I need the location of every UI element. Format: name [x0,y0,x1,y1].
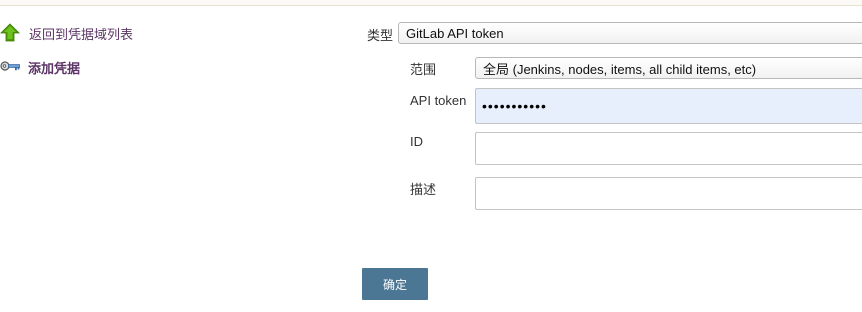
id-label: ID [410,134,423,149]
add-credentials-link[interactable]: 添加凭据 [0,56,80,79]
id-input[interactable] [475,132,862,165]
back-to-domains-link[interactable]: 返回到凭据域列表 [0,22,133,45]
arrow-up-icon [0,22,20,45]
key-icon [0,56,20,79]
kind-select[interactable]: GitLab API token [398,22,862,44]
back-to-domains-label: 返回到凭据域列表 [29,27,134,42]
api-token-input[interactable] [475,88,862,124]
description-label: 描述 [410,182,437,197]
api-token-label: API token [410,93,467,108]
description-input[interactable] [475,177,862,210]
top-divider [0,0,862,6]
ok-button[interactable]: 确定 [362,268,428,300]
scope-select[interactable]: 全局 (Jenkins, nodes, items, all child ite… [475,57,862,79]
scope-label: 范围 [410,62,437,77]
kind-label: 类型 [367,28,394,43]
add-credentials-label: 添加凭据 [28,61,81,76]
